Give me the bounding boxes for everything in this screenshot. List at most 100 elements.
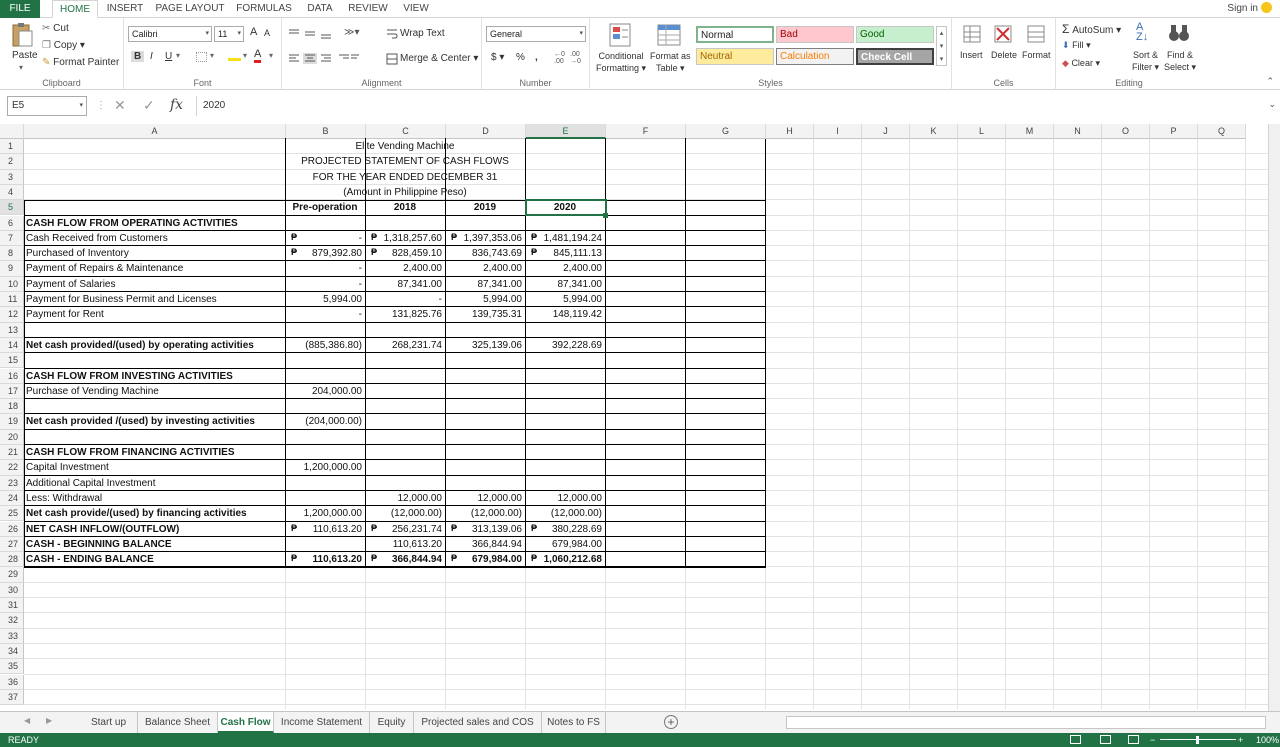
value-row-9-col-4[interactable]: 2,400.00: [526, 261, 606, 276]
line-label-row-16[interactable]: CASH FLOW FROM INVESTING ACTIVITIES: [24, 369, 286, 384]
style-normal[interactable]: Normal: [696, 26, 774, 43]
title-statement[interactable]: PROJECTED STATEMENT OF CASH FLOWS: [286, 154, 526, 169]
zoom-slider-thumb[interactable]: [1196, 736, 1199, 744]
normal-view-icon[interactable]: [1070, 735, 1081, 744]
name-box[interactable]: E5 ▾: [7, 96, 87, 116]
row-header-14[interactable]: 14: [0, 337, 24, 354]
value-row-14-col-4[interactable]: 392,228.69: [526, 338, 606, 353]
row-header-7[interactable]: 7: [0, 230, 24, 247]
column-header-b[interactable]: B: [286, 124, 366, 139]
expand-formula-bar-icon[interactable]: ⌄: [1268, 99, 1276, 110]
row-header-27[interactable]: 27: [0, 536, 24, 553]
delete-button[interactable]: Delete: [991, 50, 1017, 60]
line-label-row-11[interactable]: Payment for Business Permit and Licenses: [24, 292, 286, 307]
zoom-out-button[interactable]: −: [1150, 733, 1155, 747]
value-row-12-col-4[interactable]: 148,119.42: [526, 307, 606, 322]
row-header-23[interactable]: 23: [0, 475, 24, 491]
delete-cells-icon[interactable]: [993, 24, 1013, 44]
line-label-row-26[interactable]: NET CASH INFLOW/(OUTFLOW): [24, 522, 286, 537]
title-period[interactable]: FOR THE YEAR ENDED DECEMBER 31: [286, 170, 526, 185]
format-button[interactable]: Format: [1022, 50, 1051, 60]
font-color-dropdown-icon[interactable]: ▾: [269, 51, 273, 60]
selected-cell-e5[interactable]: [525, 199, 607, 217]
row-header-6[interactable]: 6: [0, 215, 24, 231]
name-box-dropdown-icon[interactable]: ▾: [79, 97, 83, 115]
value-row-27-col-4[interactable]: 679,984.00: [526, 537, 606, 552]
row-header-8[interactable]: 8: [0, 246, 24, 262]
row-header-37[interactable]: 37: [0, 689, 24, 706]
value-row-25-col-3[interactable]: (12,000.00): [446, 506, 526, 521]
column-header-j[interactable]: J: [862, 124, 910, 139]
line-label-row-25[interactable]: Net cash provide/(used) by financing act…: [24, 506, 286, 521]
row-header-10[interactable]: 10: [0, 276, 24, 292]
line-label-row-22[interactable]: Capital Investment: [24, 460, 286, 475]
title-currency[interactable]: (Amount in Philippine Peso): [286, 185, 526, 200]
row-header-31[interactable]: 31: [0, 598, 24, 614]
value-row-7-col-4[interactable]: 1,481,194.24: [526, 231, 606, 246]
row-header-32[interactable]: 32: [0, 613, 24, 629]
row-header-29[interactable]: 29: [0, 567, 24, 583]
clear-button[interactable]: ◆ Clear ▾: [1062, 58, 1100, 69]
value-row-27-col-3[interactable]: 366,844.94: [446, 537, 526, 552]
borders-icon[interactable]: [196, 52, 207, 62]
underline-dropdown-icon[interactable]: ▾: [176, 51, 180, 60]
value-row-17-col-1[interactable]: 204,000.00: [286, 384, 366, 399]
merge-center-button[interactable]: Merge & Center ▾: [400, 53, 478, 64]
value-row-24-col-2[interactable]: 12,000.00: [366, 491, 446, 506]
column-header-p[interactable]: P: [1150, 124, 1198, 139]
sign-in-link[interactable]: Sign in: [1227, 0, 1272, 18]
line-label-row-21[interactable]: CASH FLOW FROM FINANCING ACTIVITIES: [24, 445, 286, 460]
column-header-f[interactable]: F: [606, 124, 686, 139]
row-header-15[interactable]: 15: [0, 353, 24, 369]
comma-button[interactable]: ,: [535, 52, 538, 63]
value-row-28-col-4[interactable]: 1,060,212.68: [526, 552, 606, 567]
value-row-14-col-1[interactable]: (885,386.80): [286, 338, 366, 353]
add-sheet-icon[interactable]: +: [664, 715, 678, 729]
styles-scroll[interactable]: ▴ ▾ ▾: [936, 26, 947, 66]
tab-view[interactable]: VIEW: [398, 0, 434, 18]
row-header-33[interactable]: 33: [0, 628, 24, 644]
value-row-19-col-1[interactable]: (204,000.00): [286, 414, 366, 429]
value-row-28-col-3[interactable]: 679,984.00: [446, 552, 526, 567]
column-header-o[interactable]: O: [1102, 124, 1150, 139]
format-as-table-button[interactable]: Format as Table ▾: [650, 50, 691, 74]
value-row-12-col-2[interactable]: 131,825.76: [366, 307, 446, 322]
line-label-row-28[interactable]: CASH - ENDING BALANCE: [24, 552, 286, 567]
value-row-7-col-3[interactable]: 1,397,353.06: [446, 231, 526, 246]
fill-color-dropdown-icon[interactable]: ▾: [243, 51, 247, 60]
sheet-tab-income-statement[interactable]: Income Statement: [274, 712, 370, 733]
insert-button[interactable]: Insert: [960, 50, 983, 60]
value-row-26-col-3[interactable]: 313,139.06: [446, 522, 526, 537]
column-header-n[interactable]: N: [1054, 124, 1102, 139]
value-row-12-col-3[interactable]: 139,735.31: [446, 307, 526, 322]
wrap-text-icon[interactable]: [386, 28, 398, 40]
borders-dropdown-icon[interactable]: ▾: [210, 51, 214, 60]
value-row-24-col-3[interactable]: 12,000.00: [446, 491, 526, 506]
value-row-26-col-1[interactable]: 110,613.20: [286, 522, 366, 537]
increase-decimal-icon[interactable]: ←0.00: [554, 51, 565, 65]
page-layout-view-icon[interactable]: [1100, 735, 1111, 744]
cancel-icon[interactable]: ✕: [114, 97, 126, 114]
orientation-icon[interactable]: ≫▾: [344, 27, 360, 38]
column-header-a[interactable]: A: [24, 124, 286, 139]
sort-filter-icon[interactable]: A Z↓: [1136, 22, 1148, 43]
line-label-row-23[interactable]: Additional Capital Investment: [24, 476, 286, 491]
row-header-22[interactable]: 22: [0, 460, 24, 476]
value-row-26-col-2[interactable]: 256,231.74: [366, 522, 446, 537]
value-row-27-col-2[interactable]: 110,613.20: [366, 537, 446, 552]
value-row-28-col-1[interactable]: 110,613.20: [286, 552, 366, 567]
sort-filter-button[interactable]: Sort & Filter ▾: [1132, 49, 1159, 73]
horizontal-align-icons[interactable]: [288, 53, 360, 65]
line-label-row-6[interactable]: CASH FLOW FROM OPERATING ACTIVITIES: [24, 216, 286, 231]
next-sheet-icon[interactable]: ▶: [46, 716, 52, 725]
sheet-tab-equity[interactable]: Equity: [370, 712, 414, 733]
row-header-13[interactable]: 13: [0, 322, 24, 338]
line-label-row-9[interactable]: Payment of Repairs & Maintenance: [24, 261, 286, 276]
column-header-l[interactable]: L: [958, 124, 1006, 139]
sheet-tab-projected-sales-and-cos[interactable]: Projected sales and COS: [414, 712, 542, 733]
title-company[interactable]: Elite Vending Machine: [286, 139, 526, 154]
value-row-14-col-3[interactable]: 325,139.06: [446, 338, 526, 353]
tab-data[interactable]: DATA: [302, 0, 338, 18]
line-label-row-10[interactable]: Payment of Salaries: [24, 277, 286, 292]
column-header-c[interactable]: C: [366, 124, 446, 139]
